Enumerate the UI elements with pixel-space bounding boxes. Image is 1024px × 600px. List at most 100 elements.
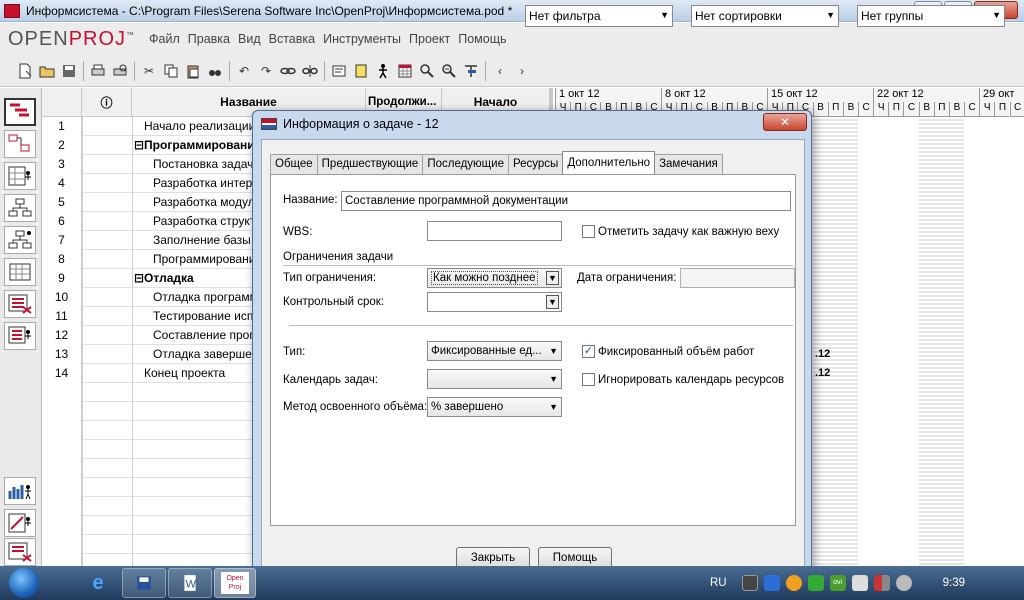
- ie-taskbar-button[interactable]: e: [76, 568, 120, 598]
- gantt-day-label: П: [888, 102, 904, 117]
- gantt-view-button[interactable]: [4, 98, 36, 126]
- row-number[interactable]: 13: [42, 345, 82, 364]
- tab-successors[interactable]: Последующие: [422, 154, 509, 174]
- row-number[interactable]: 11: [42, 307, 82, 326]
- chevron-down-icon[interactable]: ▼: [546, 295, 559, 309]
- row-number[interactable]: 14: [42, 364, 82, 383]
- filter-select[interactable]: Нет фильтра ▼: [525, 5, 673, 27]
- open-icon[interactable]: [37, 61, 57, 81]
- word-taskbar-button[interactable]: W: [168, 568, 212, 598]
- row-number[interactable]: 4: [42, 174, 82, 193]
- task-type-select[interactable]: Фиксированные ед... ▼: [427, 341, 562, 361]
- cut-icon[interactable]: ✂: [139, 61, 159, 81]
- start-button[interactable]: [4, 566, 44, 600]
- report-view-button[interactable]: [4, 258, 36, 286]
- tab-predecessors[interactable]: Предшествующие: [316, 154, 424, 174]
- windows-taskbar: e W Open Proj RU ovi 9:39: [0, 566, 1024, 600]
- dialog-titlebar[interactable]: Информация о задаче - 12: [253, 111, 811, 137]
- save-app-taskbar-button[interactable]: [122, 568, 166, 598]
- chevron-right-icon[interactable]: ›: [512, 61, 532, 81]
- tab-advanced[interactable]: Дополнительно: [562, 151, 656, 174]
- constraint-type-select[interactable]: Как можно позднее ▼: [427, 268, 562, 288]
- redo-icon[interactable]: ↷: [256, 61, 276, 81]
- menu-help[interactable]: Помощь: [454, 32, 510, 46]
- print-icon[interactable]: [88, 61, 108, 81]
- ignore-resource-calendar-checkbox[interactable]: [582, 373, 595, 386]
- network-view-button[interactable]: [4, 130, 36, 158]
- ovi-icon[interactable]: ovi: [829, 575, 846, 591]
- avast-icon[interactable]: [785, 575, 802, 591]
- menu-insert[interactable]: Вставка: [265, 32, 319, 46]
- tab-resources[interactable]: Ресурсы: [507, 154, 564, 174]
- menu-file[interactable]: Файл: [145, 32, 184, 46]
- charts-view-button[interactable]: [4, 509, 36, 537]
- earned-value-select[interactable]: % завершено ▼: [427, 397, 562, 417]
- row-number[interactable]: 2: [42, 136, 82, 155]
- chevron-down-icon: ▼: [660, 10, 669, 20]
- chevron-left-icon[interactable]: ‹: [490, 61, 510, 81]
- task-name-input[interactable]: Составление программной документации: [341, 191, 791, 211]
- task-calendar-select[interactable]: ▼: [427, 369, 562, 389]
- row-number[interactable]: 8: [42, 250, 82, 269]
- bluetooth-icon[interactable]: [763, 575, 780, 591]
- find-icon[interactable]: [205, 61, 225, 81]
- zoom-out-icon[interactable]: [439, 61, 459, 81]
- deadline-input[interactable]: ▼: [427, 292, 562, 312]
- tab-general[interactable]: Общее: [270, 154, 318, 174]
- menu-project[interactable]: Проект: [405, 32, 454, 46]
- scroll-to-task-icon[interactable]: [461, 61, 481, 81]
- undo-icon[interactable]: ↶: [234, 61, 254, 81]
- task-info-icon[interactable]: [329, 61, 349, 81]
- row-number[interactable]: 1: [42, 117, 82, 136]
- tray-app-icon[interactable]: [741, 575, 758, 591]
- volume-icon[interactable]: [895, 575, 912, 591]
- info-column-header[interactable]: ⓘ: [82, 88, 132, 117]
- new-project-icon[interactable]: [15, 61, 35, 81]
- openproj-taskbar-button[interactable]: Open Proj: [214, 568, 256, 598]
- resource-icon[interactable]: [373, 61, 393, 81]
- row-number[interactable]: 3: [42, 155, 82, 174]
- row-number[interactable]: 6: [42, 212, 82, 231]
- row-number: [42, 478, 82, 497]
- row-number[interactable]: 9: [42, 269, 82, 288]
- rbs-view-button[interactable]: [4, 226, 36, 254]
- tab-notes[interactable]: Замечания: [654, 154, 723, 174]
- link-tasks-icon[interactable]: [278, 61, 298, 81]
- row-number[interactable]: 10: [42, 288, 82, 307]
- menu-view[interactable]: Вид: [234, 32, 265, 46]
- row-number[interactable]: 5: [42, 193, 82, 212]
- milestone-checkbox[interactable]: [582, 225, 595, 238]
- copy-icon[interactable]: [161, 61, 181, 81]
- row-number: [42, 440, 82, 459]
- paste-icon[interactable]: [183, 61, 203, 81]
- histogram-view-button[interactable]: [4, 477, 36, 505]
- task-info-dialog: Информация о задаче - 12 ✕ Общее Предшес…: [252, 110, 812, 572]
- fixed-work-checkbox[interactable]: ✓: [582, 345, 595, 358]
- unlink-tasks-icon[interactable]: [300, 61, 320, 81]
- gear-icon[interactable]: [807, 575, 824, 591]
- sort-select[interactable]: Нет сортировки ▼: [691, 5, 839, 27]
- print-preview-icon[interactable]: [110, 61, 130, 81]
- language-indicator[interactable]: RU: [710, 577, 727, 589]
- row-number[interactable]: 7: [42, 231, 82, 250]
- calendar-icon[interactable]: [395, 61, 415, 81]
- save-icon[interactable]: [59, 61, 79, 81]
- group-select[interactable]: Нет группы ▼: [857, 5, 1005, 27]
- menu-tools[interactable]: Инструменты: [319, 32, 405, 46]
- notes-icon[interactable]: [351, 61, 371, 81]
- resources-view-button[interactable]: [4, 162, 36, 190]
- device-icon[interactable]: [851, 575, 868, 591]
- task-usage-detail-button[interactable]: [4, 538, 36, 566]
- wbs-view-button[interactable]: [4, 194, 36, 222]
- task-usage-view-button[interactable]: [4, 290, 36, 318]
- constraint-date-input[interactable]: [680, 268, 795, 288]
- gantt-day-label: С: [1009, 102, 1024, 117]
- clock[interactable]: 9:39: [943, 577, 965, 589]
- network-icon[interactable]: [873, 575, 890, 591]
- zoom-in-icon[interactable]: [417, 61, 437, 81]
- menu-edit[interactable]: Правка: [184, 32, 234, 46]
- resource-usage-view-button[interactable]: [4, 322, 36, 350]
- wbs-input[interactable]: [427, 221, 562, 241]
- dialog-close-button[interactable]: ✕: [763, 113, 807, 131]
- row-number[interactable]: 12: [42, 326, 82, 345]
